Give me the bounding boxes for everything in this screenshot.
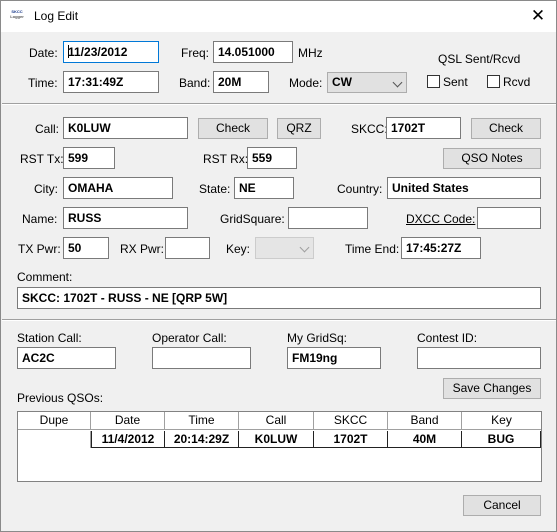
freq-label: Freq: bbox=[181, 46, 210, 60]
comment-field[interactable]: SKCC: 1702T - RUSS - NE [QRP 5W] bbox=[17, 287, 541, 309]
column-header-dupe[interactable]: Dupe bbox=[18, 412, 91, 429]
mode-value: CW bbox=[332, 75, 352, 89]
cell-skcc: 1702T bbox=[314, 431, 388, 448]
my-gridsq-label: My GridSq: bbox=[287, 331, 348, 345]
dxcc-field[interactable] bbox=[477, 207, 541, 229]
chevron-down-icon bbox=[392, 77, 403, 88]
country-label: Country: bbox=[337, 182, 383, 196]
sent-checkbox[interactable] bbox=[427, 75, 440, 88]
freq-unit: MHz bbox=[298, 46, 323, 60]
key-select[interactable] bbox=[255, 237, 314, 259]
name-label: Name: bbox=[22, 212, 58, 226]
skcc-field[interactable]: 1702T bbox=[386, 117, 461, 139]
time-label: Time: bbox=[28, 76, 58, 90]
column-header-band[interactable]: Band bbox=[388, 412, 462, 429]
app-logo-subtext: Logger bbox=[10, 14, 24, 19]
station-call-label: Station Call: bbox=[17, 331, 82, 345]
rst-tx-field[interactable]: 599 bbox=[63, 147, 115, 169]
dxcc-code-link[interactable]: DXCC Code: bbox=[406, 212, 475, 226]
country-field[interactable]: United States bbox=[387, 177, 541, 199]
chevron-down-icon bbox=[299, 242, 310, 253]
cell-key: BUG bbox=[462, 431, 541, 448]
cell-dupe bbox=[18, 431, 91, 448]
qrz-button[interactable]: QRZ bbox=[277, 118, 321, 139]
skcc-label: SKCC: bbox=[351, 122, 388, 136]
divider bbox=[2, 103, 556, 105]
state-field[interactable]: NE bbox=[234, 177, 294, 199]
cancel-button[interactable]: Cancel bbox=[463, 495, 541, 516]
freq-field[interactable]: 14.051000 bbox=[213, 41, 293, 63]
date-value: 11/23/2012 bbox=[68, 45, 128, 59]
comment-label: Comment: bbox=[17, 270, 73, 284]
log-edit-window: SKCC Logger Log Edit ✕ Date: 11/23/2012 … bbox=[0, 0, 557, 532]
rst-rx-field[interactable]: 559 bbox=[247, 147, 297, 169]
time-end-label: Time End: bbox=[345, 242, 400, 256]
call-field[interactable]: K0LUW bbox=[63, 117, 188, 139]
column-header-date[interactable]: Date bbox=[91, 412, 165, 429]
header-divider bbox=[18, 429, 541, 430]
tx-pwr-label: TX Pwr: bbox=[18, 242, 61, 256]
skcc-check-button[interactable]: Check bbox=[471, 118, 541, 139]
cell-call: K0LUW bbox=[239, 431, 314, 448]
rcvd-label: Rcvd bbox=[503, 75, 531, 89]
tx-pwr-field[interactable]: 50 bbox=[63, 237, 109, 259]
gridsquare-field[interactable] bbox=[288, 207, 368, 229]
station-call-field[interactable]: AC2C bbox=[17, 347, 116, 369]
rst-tx-label: RST Tx: bbox=[20, 152, 64, 166]
key-label: Key: bbox=[226, 242, 251, 256]
column-header-skcc[interactable]: SKCC bbox=[314, 412, 388, 429]
name-field[interactable]: RUSS bbox=[63, 207, 188, 229]
cell-band: 40M bbox=[388, 431, 462, 448]
cell-date: 11/4/2012 bbox=[91, 431, 165, 448]
qsl-label: QSL Sent/Rcvd bbox=[438, 52, 521, 66]
sent-label: Sent bbox=[443, 75, 468, 89]
cell-time: 20:14:29Z bbox=[165, 431, 239, 448]
column-header-time[interactable]: Time bbox=[165, 412, 239, 429]
qso-notes-button[interactable]: QSO Notes bbox=[443, 148, 541, 169]
call-check-button[interactable]: Check bbox=[198, 118, 268, 139]
band-field[interactable]: 20M bbox=[213, 71, 269, 93]
rx-pwr-label: RX Pwr: bbox=[120, 242, 165, 256]
previous-qsos-label: Previous QSOs: bbox=[17, 391, 104, 405]
my-gridsq-field[interactable]: FM19ng bbox=[287, 347, 381, 369]
city-label: City: bbox=[34, 182, 58, 196]
call-label: Call: bbox=[35, 122, 60, 136]
band-label: Band: bbox=[179, 76, 211, 90]
title-bar: SKCC Logger Log Edit ✕ bbox=[1, 1, 556, 32]
app-logo-icon: SKCC Logger bbox=[9, 9, 25, 21]
column-header-key[interactable]: Key bbox=[462, 412, 541, 429]
operator-call-field[interactable] bbox=[152, 347, 251, 369]
window-title: Log Edit bbox=[34, 9, 79, 23]
rst-rx-label: RST Rx: bbox=[203, 152, 249, 166]
time-field[interactable]: 17:31:49Z bbox=[63, 71, 159, 93]
contest-id-label: Contest ID: bbox=[417, 331, 478, 345]
gridsquare-label: GridSquare: bbox=[220, 212, 285, 226]
save-changes-button[interactable]: Save Changes bbox=[443, 378, 541, 399]
date-label: Date: bbox=[29, 46, 58, 60]
date-field[interactable]: 11/23/2012 bbox=[63, 41, 159, 63]
rx-pwr-field[interactable] bbox=[165, 237, 210, 259]
city-field[interactable]: OMAHA bbox=[63, 177, 173, 199]
close-icon[interactable]: ✕ bbox=[526, 5, 550, 27]
time-end-field[interactable]: 17:45:27Z bbox=[401, 237, 481, 259]
previous-qsos-table[interactable]: Dupe Date Time Call SKCC Band Key 11/4/2… bbox=[17, 411, 542, 482]
rcvd-checkbox[interactable] bbox=[487, 75, 500, 88]
mode-select[interactable]: CW bbox=[327, 72, 407, 93]
contest-id-field[interactable] bbox=[417, 347, 541, 369]
mode-label: Mode: bbox=[289, 76, 323, 90]
column-header-call[interactable]: Call bbox=[239, 412, 314, 429]
state-label: State: bbox=[199, 182, 231, 196]
operator-call-label: Operator Call: bbox=[152, 331, 227, 345]
divider bbox=[2, 319, 556, 321]
